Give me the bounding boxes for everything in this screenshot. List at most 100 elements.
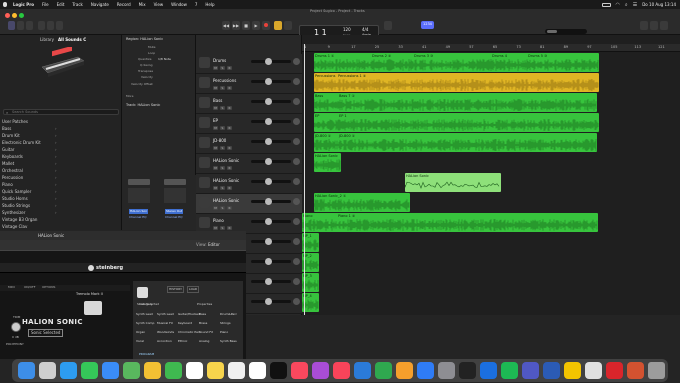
record-enable-button[interactable]: R — [227, 186, 232, 190]
library-item-synthesizer[interactable]: Synthesizer — [2, 210, 25, 215]
category-button[interactable]: Synth Bass — [220, 340, 237, 343]
teams-icon[interactable] — [522, 362, 539, 379]
volume-fader[interactable] — [251, 238, 291, 245]
halion-tab-on-off[interactable]: ON/OFF — [24, 286, 35, 289]
search-icon[interactable]: ⌕ — [625, 2, 628, 8]
notepad-button[interactable] — [650, 21, 658, 30]
halion-preset-name[interactable]: Tremolo Mark II — [76, 292, 103, 297]
ruler[interactable]: 1 9 17 25 33 41 49 57 65 73 81 89 97 105 113 121 — [302, 44, 680, 52]
track-header[interactable]: HALion Sonic M S R — [196, 154, 302, 174]
music-icon[interactable] — [291, 362, 308, 379]
mute-button[interactable]: M — [213, 146, 218, 150]
volume-fader[interactable] — [251, 198, 291, 205]
solo-button[interactable]: S — [220, 86, 225, 90]
volume-fader[interactable] — [251, 278, 291, 285]
library-item-vintage-b3-organ[interactable]: Vintage B3 Organ — [2, 217, 37, 222]
numbers-icon[interactable] — [375, 362, 392, 379]
library-item-studio-horns[interactable]: Studio Horns — [2, 196, 28, 201]
solo-button[interactable]: S — [220, 166, 225, 170]
track-name[interactable]: Percussions — [213, 78, 236, 83]
more-disclosure[interactable]: More — [126, 95, 133, 98]
list-editors-button[interactable] — [640, 21, 648, 30]
keynote-icon[interactable] — [354, 362, 371, 379]
freeform-icon[interactable] — [249, 362, 266, 379]
menu-view[interactable]: View — [154, 2, 164, 7]
menu-window[interactable]: Window — [171, 2, 187, 7]
track-header[interactable]: EP M S R — [196, 114, 302, 134]
category-button[interactable]: Synth Lead — [136, 313, 153, 316]
track-name[interactable]: JD-800 — [213, 138, 226, 143]
editors-button[interactable] — [56, 21, 63, 30]
metronome-button[interactable] — [384, 21, 392, 30]
menu-record[interactable]: Record — [117, 2, 131, 7]
pan-knob[interactable] — [293, 258, 300, 265]
volume-fader[interactable] — [251, 218, 291, 225]
record-enable-button[interactable]: R — [227, 166, 232, 170]
halion-tab-midi[interactable]: MIDI — [8, 286, 15, 289]
menu-mix[interactable]: Mix — [139, 2, 146, 7]
typora-icon[interactable] — [564, 362, 581, 379]
appstore-icon[interactable] — [417, 362, 434, 379]
forward-button[interactable]: ▶▶ — [232, 21, 240, 30]
volume-fader[interactable] — [251, 118, 291, 125]
spotify-icon[interactable] — [501, 362, 518, 379]
quantize-value[interactable]: 1/8 Note — [158, 58, 171, 61]
solo-button[interactable]: S — [220, 226, 225, 230]
library-item-keyboards[interactable]: Keyboards — [2, 154, 23, 159]
library-item-bass[interactable]: Bass — [2, 126, 11, 131]
category-selector[interactable]: Category — [139, 303, 153, 306]
mute-button[interactable]: M — [213, 166, 218, 170]
strip-instrument-label[interactable]: HALion Son — [129, 209, 149, 214]
pan-knob[interactable] — [293, 278, 300, 285]
category-button[interactable]: Synth Lead — [157, 313, 174, 316]
pan-knob[interactable] — [293, 98, 300, 105]
pan-knob[interactable] — [293, 218, 300, 225]
strip-plugin-slot[interactable] — [128, 188, 150, 203]
volume-fader[interactable] — [251, 158, 291, 165]
category-button[interactable]: Vocal — [136, 340, 144, 343]
record-enable-button[interactable]: R — [227, 206, 232, 210]
arrange-area[interactable]: Drums 1 ① Percussions Bass EP JD-800 ① HALion… — [302, 35, 680, 315]
stop-button[interactable]: ■ — [242, 21, 250, 30]
menu-logic-pro[interactable]: Logic Pro — [13, 2, 34, 7]
track-region[interactable]: JD-800 ① — [314, 133, 597, 152]
solo-button[interactable]: S — [220, 206, 225, 210]
finder-icon[interactable] — [18, 362, 35, 379]
category-button[interactable]: Ethnic — [178, 340, 187, 343]
mute-button[interactable]: M — [213, 106, 218, 110]
menu-navigate[interactable]: Navigate — [91, 2, 109, 7]
category-button[interactable]: Drum&Perc — [220, 313, 237, 316]
track-region[interactable]: Drums 1 ① — [314, 53, 599, 72]
solo-button[interactable]: S — [220, 126, 225, 130]
tv-icon[interactable] — [270, 362, 287, 379]
category-button[interactable]: Accordion — [157, 340, 172, 343]
library-item-electronic-drum-kit[interactable]: Electronic Drum Kit — [2, 140, 41, 145]
track-region[interactable]: HALion Sonic_2 ① — [314, 193, 410, 212]
settings-icon[interactable] — [438, 362, 455, 379]
track-region[interactable]: HALion Sonic — [314, 153, 341, 172]
browser-tab-load[interactable]: LOAD — [187, 286, 200, 293]
volume-fader[interactable] — [251, 58, 291, 65]
track-name[interactable]: HALion Sonic — [213, 198, 239, 203]
pan-knob[interactable] — [293, 58, 300, 65]
mail-icon[interactable] — [102, 362, 119, 379]
mixer-button[interactable] — [47, 21, 54, 30]
solo-button[interactable]: S — [220, 66, 225, 70]
play-button[interactable]: ▶ — [252, 21, 260, 30]
track-region[interactable]: EP — [314, 113, 599, 132]
strip-eq-display[interactable] — [128, 179, 150, 185]
menu-edit[interactable]: Edit — [57, 2, 65, 7]
record-enable-button[interactable]: R — [227, 86, 232, 90]
library-toggle-button[interactable] — [8, 21, 15, 30]
control-center-icon[interactable]: ☰ — [633, 2, 637, 8]
help-button[interactable] — [26, 21, 33, 30]
mute-button[interactable]: M — [213, 86, 218, 90]
notes-icon[interactable] — [207, 362, 224, 379]
library-item-quick-sampler[interactable]: Quick Sampler — [2, 189, 31, 194]
mute-button[interactable]: M — [213, 226, 218, 230]
lcd-signature[interactable]: 4/4 — [362, 28, 368, 32]
pan-knob[interactable] — [293, 118, 300, 125]
browser-tab-history[interactable]: HISTORY — [167, 286, 184, 293]
strip-output-label[interactable]: Stereo Out — [165, 209, 184, 214]
tuner-button[interactable] — [284, 21, 292, 30]
